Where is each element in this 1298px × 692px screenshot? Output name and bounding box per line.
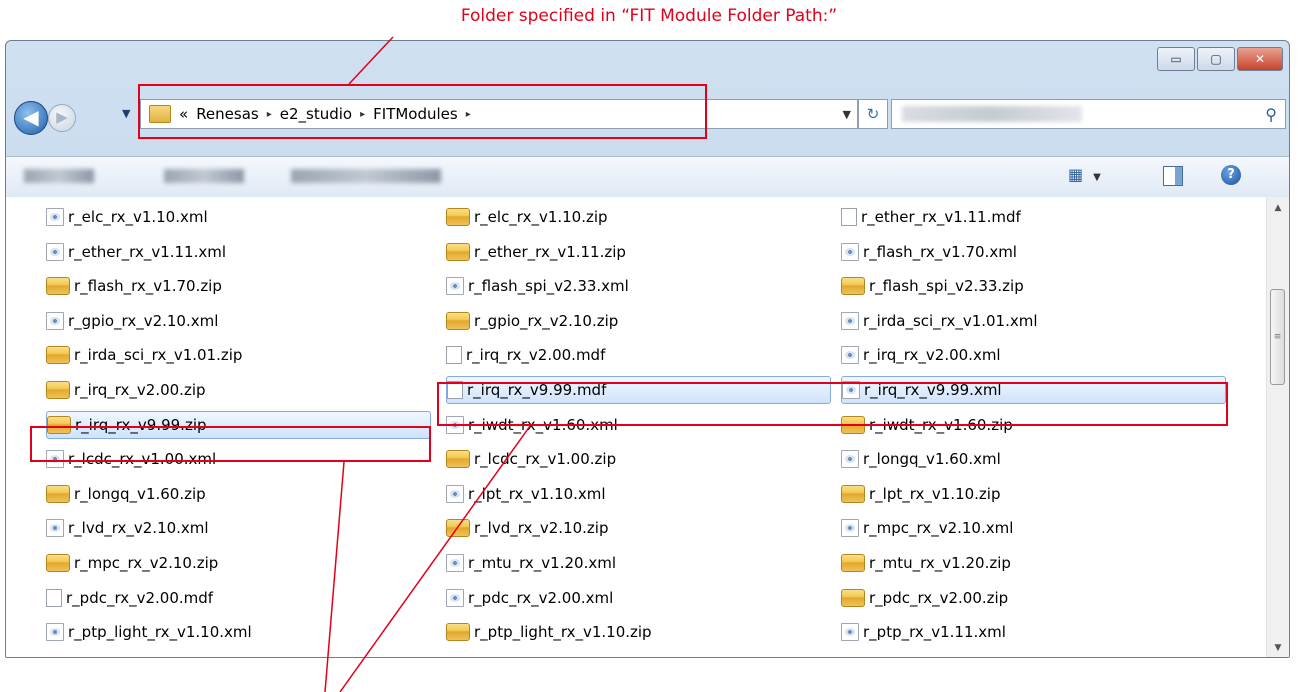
annotation-lines xyxy=(324,36,531,692)
callout-line-zip xyxy=(324,461,345,692)
callout-line-top xyxy=(348,36,394,85)
callout-line-mdf xyxy=(339,425,531,692)
